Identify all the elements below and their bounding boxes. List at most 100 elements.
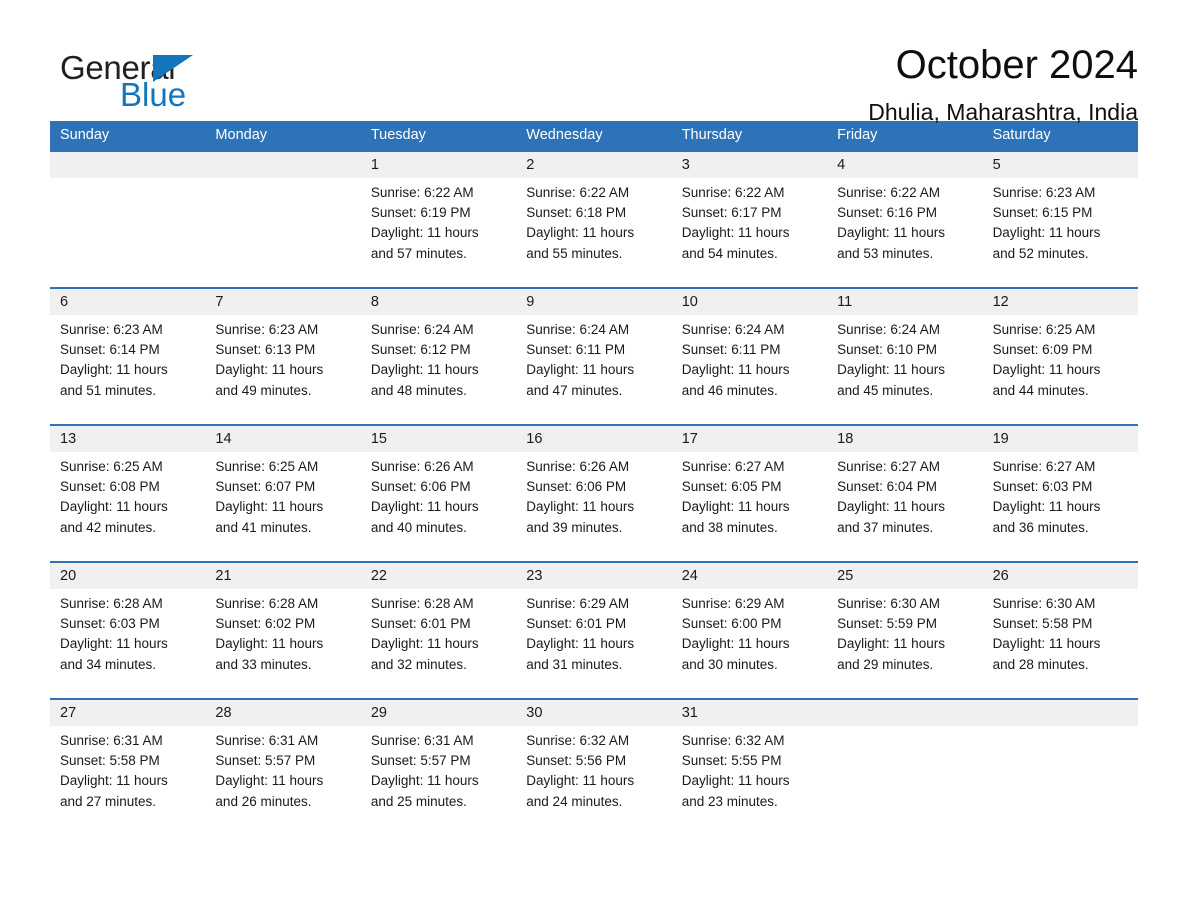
day-cell[interactable]: Sunrise: 6:27 AM Sunset: 6:05 PM Dayligh… bbox=[672, 457, 827, 561]
day-cell[interactable]: Sunrise: 6:23 AM Sunset: 6:14 PM Dayligh… bbox=[50, 320, 205, 424]
day-number[interactable]: 21 bbox=[205, 563, 360, 589]
day-number[interactable]: 27 bbox=[50, 700, 205, 726]
day-cell[interactable]: Sunrise: 6:25 AM Sunset: 6:08 PM Dayligh… bbox=[50, 457, 205, 561]
day-cell[interactable] bbox=[983, 731, 1138, 835]
day-number[interactable] bbox=[50, 152, 205, 178]
day-number[interactable]: 17 bbox=[672, 426, 827, 452]
sunset-text: Sunset: 6:01 PM bbox=[526, 616, 627, 632]
day-cell[interactable]: Sunrise: 6:29 AM Sunset: 6:00 PM Dayligh… bbox=[672, 594, 827, 698]
day-cell[interactable]: Sunrise: 6:30 AM Sunset: 5:58 PM Dayligh… bbox=[983, 594, 1138, 698]
sunrise-text: Sunrise: 6:22 AM bbox=[526, 185, 630, 200]
day-number[interactable]: 3 bbox=[672, 152, 827, 178]
day-cell[interactable]: Sunrise: 6:22 AM Sunset: 6:18 PM Dayligh… bbox=[516, 183, 671, 287]
day-number[interactable]: 5 bbox=[983, 152, 1138, 178]
day-cell[interactable]: Sunrise: 6:31 AM Sunset: 5:58 PM Dayligh… bbox=[50, 731, 205, 835]
day-cell[interactable]: Sunrise: 6:29 AM Sunset: 6:01 PM Dayligh… bbox=[516, 594, 671, 698]
day-cell[interactable]: Sunrise: 6:23 AM Sunset: 6:13 PM Dayligh… bbox=[205, 320, 360, 424]
day-number[interactable]: 14 bbox=[205, 426, 360, 452]
day-number[interactable]: 13 bbox=[50, 426, 205, 452]
daylight-text-line1: Daylight: 11 hours bbox=[370, 773, 479, 789]
daylight-text-line1: Daylight: 11 hours bbox=[60, 362, 168, 378]
sunrise-text: Sunrise: 6:31 AM bbox=[215, 733, 319, 748]
daylight-text-line2: and 32 minutes. bbox=[370, 656, 467, 672]
sunset-text: Sunset: 6:09 PM bbox=[992, 342, 1093, 358]
day-cell[interactable]: Sunrise: 6:32 AM Sunset: 5:55 PM Dayligh… bbox=[672, 731, 827, 835]
day-number[interactable]: 8 bbox=[361, 289, 516, 315]
day-number[interactable]: 19 bbox=[983, 426, 1138, 452]
day-number[interactable]: 20 bbox=[50, 563, 205, 589]
day-number[interactable] bbox=[205, 152, 360, 178]
day-cell[interactable]: Sunrise: 6:27 AM Sunset: 6:03 PM Dayligh… bbox=[983, 457, 1138, 561]
sunrise-text: Sunrise: 6:25 AM bbox=[215, 459, 319, 474]
day-cell[interactable]: Sunrise: 6:31 AM Sunset: 5:57 PM Dayligh… bbox=[205, 731, 360, 835]
sunrise-text: Sunrise: 6:22 AM bbox=[837, 185, 940, 200]
day-cell[interactable]: Sunrise: 6:22 AM Sunset: 6:16 PM Dayligh… bbox=[827, 183, 982, 287]
day-number[interactable]: 15 bbox=[361, 426, 516, 452]
day-cell[interactable]: Sunrise: 6:25 AM Sunset: 6:07 PM Dayligh… bbox=[205, 457, 360, 561]
sunset-text: Sunset: 5:58 PM bbox=[992, 616, 1093, 632]
daylight-text-line2: and 26 minutes. bbox=[215, 793, 312, 809]
sunset-text: Sunset: 6:06 PM bbox=[526, 479, 627, 495]
day-cell[interactable]: Sunrise: 6:23 AM Sunset: 6:15 PM Dayligh… bbox=[983, 183, 1138, 287]
sunset-text: Sunset: 5:57 PM bbox=[370, 753, 471, 769]
day-cell[interactable]: Sunrise: 6:28 AM Sunset: 6:03 PM Dayligh… bbox=[50, 594, 205, 698]
calendar-table: Sunday Monday Tuesday Wednesday Thursday… bbox=[50, 121, 1138, 835]
day-cell[interactable]: Sunrise: 6:32 AM Sunset: 5:56 PM Dayligh… bbox=[516, 731, 671, 835]
week-daynumber-band: 27 28 29 30 31 bbox=[50, 700, 1138, 726]
day-number[interactable]: 23 bbox=[516, 563, 671, 589]
day-cell[interactable]: Sunrise: 6:28 AM Sunset: 6:02 PM Dayligh… bbox=[205, 594, 360, 698]
day-number[interactable]: 25 bbox=[827, 563, 982, 589]
day-number[interactable]: 24 bbox=[672, 563, 827, 589]
day-cell[interactable]: Sunrise: 6:27 AM Sunset: 6:04 PM Dayligh… bbox=[827, 457, 982, 561]
day-number[interactable]: 12 bbox=[983, 289, 1138, 315]
day-cell[interactable]: Sunrise: 6:22 AM Sunset: 6:19 PM Dayligh… bbox=[361, 183, 516, 287]
day-cell[interactable]: Sunrise: 6:25 AM Sunset: 6:09 PM Dayligh… bbox=[983, 320, 1138, 424]
sunrise-text: Sunrise: 6:22 AM bbox=[370, 185, 474, 200]
day-number[interactable]: 11 bbox=[827, 289, 982, 315]
sunrise-text: Sunrise: 6:32 AM bbox=[526, 733, 630, 748]
sunrise-text: Sunrise: 6:30 AM bbox=[837, 596, 940, 611]
day-cell[interactable] bbox=[205, 183, 360, 287]
sunset-text: Sunset: 6:11 PM bbox=[526, 342, 626, 358]
sunrise-text: Sunrise: 6:23 AM bbox=[60, 322, 163, 337]
day-number[interactable]: 9 bbox=[516, 289, 671, 315]
day-cell[interactable]: Sunrise: 6:31 AM Sunset: 5:57 PM Dayligh… bbox=[361, 731, 516, 835]
day-cell[interactable]: Sunrise: 6:26 AM Sunset: 6:06 PM Dayligh… bbox=[516, 457, 671, 561]
day-number[interactable]: 31 bbox=[672, 700, 827, 726]
day-number[interactable]: 30 bbox=[516, 700, 671, 726]
day-cell[interactable]: Sunrise: 6:24 AM Sunset: 6:10 PM Dayligh… bbox=[827, 320, 982, 424]
day-number[interactable]: 2 bbox=[516, 152, 671, 178]
day-cell[interactable]: Sunrise: 6:22 AM Sunset: 6:17 PM Dayligh… bbox=[672, 183, 827, 287]
day-cell[interactable]: Sunrise: 6:24 AM Sunset: 6:11 PM Dayligh… bbox=[672, 320, 827, 424]
day-number[interactable]: 18 bbox=[827, 426, 982, 452]
day-number[interactable]: 26 bbox=[983, 563, 1138, 589]
day-number[interactable]: 6 bbox=[50, 289, 205, 315]
day-number[interactable]: 16 bbox=[516, 426, 671, 452]
weekday-header-row: Sunday Monday Tuesday Wednesday Thursday… bbox=[50, 121, 1138, 150]
day-number[interactable]: 1 bbox=[361, 152, 516, 178]
daylight-text-line1: Daylight: 11 hours bbox=[215, 773, 324, 789]
day-number[interactable]: 22 bbox=[361, 563, 516, 589]
daylight-text-line1: Daylight: 11 hours bbox=[370, 499, 479, 515]
day-number[interactable]: 7 bbox=[205, 289, 360, 315]
daylight-text-line2: and 39 minutes. bbox=[526, 519, 623, 535]
day-cell[interactable]: Sunrise: 6:24 AM Sunset: 6:12 PM Dayligh… bbox=[361, 320, 516, 424]
day-number[interactable] bbox=[827, 700, 982, 726]
day-cell[interactable] bbox=[827, 731, 982, 835]
day-cell[interactable]: Sunrise: 6:28 AM Sunset: 6:01 PM Dayligh… bbox=[361, 594, 516, 698]
day-cell[interactable]: Sunrise: 6:30 AM Sunset: 5:59 PM Dayligh… bbox=[827, 594, 982, 698]
sunset-text: Sunset: 6:17 PM bbox=[681, 205, 782, 221]
day-number[interactable]: 29 bbox=[361, 700, 516, 726]
daylight-text-line2: and 51 minutes. bbox=[60, 382, 157, 398]
sunset-text: Sunset: 6:13 PM bbox=[215, 342, 316, 358]
daylight-text-line1: Daylight: 11 hours bbox=[992, 499, 1101, 515]
sunrise-text: Sunrise: 6:24 AM bbox=[681, 322, 785, 337]
day-number[interactable]: 28 bbox=[205, 700, 360, 726]
day-cell[interactable] bbox=[50, 183, 205, 287]
generalblue-logo[interactable]: General Blue bbox=[50, 42, 200, 112]
day-cell[interactable]: Sunrise: 6:26 AM Sunset: 6:06 PM Dayligh… bbox=[361, 457, 516, 561]
day-number[interactable] bbox=[983, 700, 1138, 726]
day-cell[interactable]: Sunrise: 6:24 AM Sunset: 6:11 PM Dayligh… bbox=[516, 320, 671, 424]
day-number[interactable]: 10 bbox=[672, 289, 827, 315]
day-number[interactable]: 4 bbox=[827, 152, 982, 178]
